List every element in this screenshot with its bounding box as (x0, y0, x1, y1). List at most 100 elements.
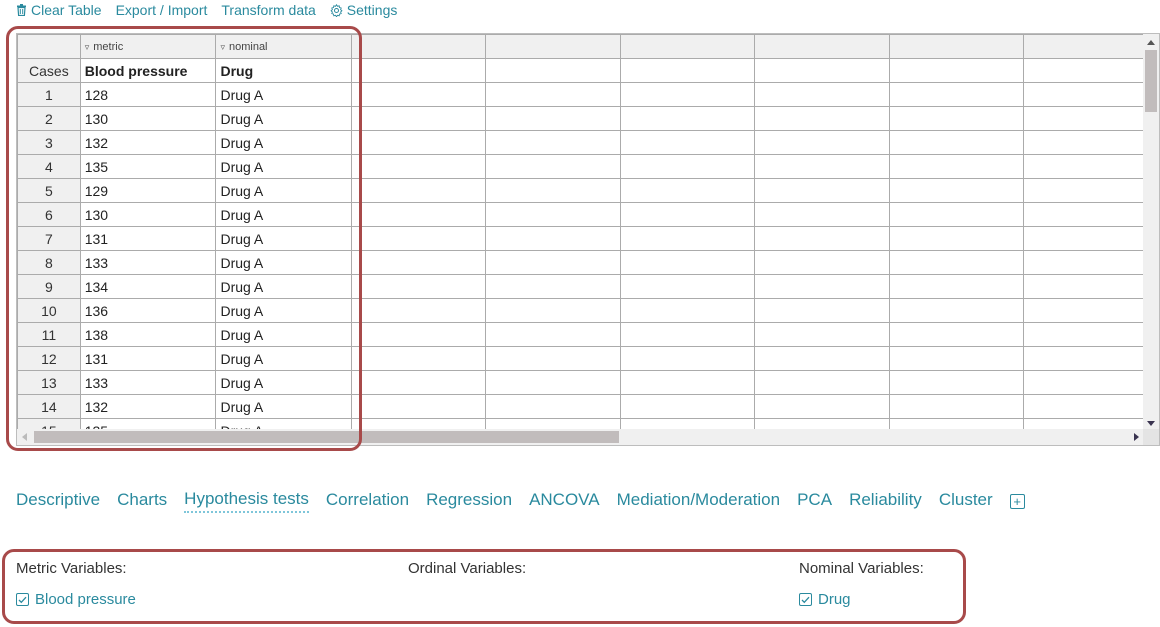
empty-cell[interactable] (1023, 274, 1159, 299)
empty-cell[interactable] (350, 178, 487, 203)
empty-cell[interactable] (619, 58, 756, 83)
empty-cell[interactable] (888, 58, 1025, 83)
empty-cell[interactable] (619, 346, 756, 371)
empty-cell[interactable] (485, 106, 621, 131)
empty-cell[interactable] (619, 178, 756, 203)
empty-cell[interactable] (1023, 178, 1159, 203)
empty-cell[interactable] (1023, 298, 1159, 323)
empty-cell[interactable] (619, 322, 756, 347)
empty-cell[interactable] (619, 202, 756, 227)
empty-cell[interactable] (754, 298, 890, 323)
empty-cell[interactable] (1023, 130, 1159, 155)
data-cell[interactable]: Drug A (215, 82, 352, 107)
data-cell[interactable]: Drug A (215, 202, 352, 227)
data-cell[interactable]: Drug A (215, 154, 352, 179)
empty-cell[interactable] (485, 322, 621, 347)
empty-header-cell[interactable] (888, 34, 1025, 59)
empty-cell[interactable] (619, 106, 756, 131)
empty-cell[interactable] (1023, 226, 1159, 251)
empty-cell[interactable] (754, 130, 890, 155)
variable-checkbox-blood-pressure[interactable]: Blood pressure (16, 591, 136, 608)
data-cell[interactable]: 132 (79, 130, 217, 155)
vertical-scrollbar[interactable] (1143, 34, 1159, 430)
empty-cell[interactable] (619, 250, 756, 275)
tab-reliability[interactable]: Reliability (849, 490, 922, 512)
data-cell[interactable]: Drug A (215, 130, 352, 155)
empty-cell[interactable] (754, 322, 890, 347)
empty-cell[interactable] (350, 298, 487, 323)
tab-hypothesis-tests[interactable]: Hypothesis tests (184, 489, 309, 513)
data-cell[interactable]: 135 (79, 154, 217, 179)
settings-button[interactable]: Settings (330, 2, 397, 18)
empty-cell[interactable] (754, 274, 890, 299)
data-cell[interactable]: 131 (79, 346, 217, 371)
export-import-button[interactable]: Export / Import (116, 2, 208, 18)
empty-cell[interactable] (619, 370, 756, 395)
column-type-metric[interactable]: ▿ metric (79, 34, 217, 59)
tab-charts[interactable]: Charts (117, 490, 167, 512)
empty-header-cell[interactable] (754, 34, 890, 59)
empty-cell[interactable] (888, 298, 1025, 323)
horizontal-scrollbar[interactable] (17, 429, 1145, 445)
empty-cell[interactable] (754, 178, 890, 203)
empty-cell[interactable] (485, 250, 621, 275)
empty-cell[interactable] (485, 370, 621, 395)
empty-cell[interactable] (1023, 394, 1159, 419)
data-cell[interactable]: 129 (79, 178, 217, 203)
empty-cell[interactable] (1023, 58, 1159, 83)
empty-cell[interactable] (619, 226, 756, 251)
empty-cell[interactable] (485, 154, 621, 179)
empty-cell[interactable] (485, 130, 621, 155)
column-name-cell[interactable]: Blood pressure (79, 58, 217, 83)
empty-header-cell[interactable] (619, 34, 756, 59)
empty-cell[interactable] (1023, 250, 1159, 275)
empty-cell[interactable] (485, 394, 621, 419)
scroll-right-arrow-icon[interactable] (1134, 433, 1139, 441)
data-cell[interactable]: 134 (79, 274, 217, 299)
empty-cell[interactable] (350, 202, 487, 227)
horizontal-scroll-thumb[interactable] (34, 431, 619, 443)
empty-cell[interactable] (350, 154, 487, 179)
empty-cell[interactable] (485, 82, 621, 107)
empty-cell[interactable] (350, 250, 487, 275)
tab-regression[interactable]: Regression (426, 490, 512, 512)
empty-header-cell[interactable] (350, 34, 487, 59)
scroll-down-arrow-icon[interactable] (1147, 421, 1155, 426)
data-cell[interactable]: 130 (79, 106, 217, 131)
empty-cell[interactable] (888, 346, 1025, 371)
empty-cell[interactable] (619, 298, 756, 323)
empty-cell[interactable] (754, 250, 890, 275)
tab-mediation-moderation[interactable]: Mediation/Moderation (617, 490, 780, 512)
empty-cell[interactable] (754, 370, 890, 395)
data-cell[interactable]: 133 (79, 250, 217, 275)
empty-cell[interactable] (485, 58, 621, 83)
empty-cell[interactable] (1023, 202, 1159, 227)
empty-cell[interactable] (350, 226, 487, 251)
empty-cell[interactable] (350, 274, 487, 299)
empty-cell[interactable] (754, 346, 890, 371)
data-cell[interactable]: 133 (79, 370, 217, 395)
empty-cell[interactable] (485, 202, 621, 227)
empty-cell[interactable] (485, 298, 621, 323)
data-cell[interactable]: Drug A (215, 106, 352, 131)
variable-checkbox-drug[interactable]: Drug (799, 591, 924, 608)
tab-ancova[interactable]: ANCOVA (529, 490, 600, 512)
data-cell[interactable]: Drug A (215, 394, 352, 419)
tab-cluster[interactable]: Cluster (939, 490, 993, 512)
empty-cell[interactable] (888, 394, 1025, 419)
empty-cell[interactable] (350, 370, 487, 395)
transform-data-button[interactable]: Transform data (221, 2, 315, 18)
empty-cell[interactable] (888, 154, 1025, 179)
empty-cell[interactable] (1023, 346, 1159, 371)
empty-cell[interactable] (888, 106, 1025, 131)
scroll-left-arrow-icon[interactable] (22, 433, 27, 441)
empty-cell[interactable] (1023, 106, 1159, 131)
empty-cell[interactable] (888, 202, 1025, 227)
empty-cell[interactable] (350, 130, 487, 155)
empty-cell[interactable] (485, 178, 621, 203)
data-cell[interactable]: Drug A (215, 226, 352, 251)
tab-descriptive[interactable]: Descriptive (16, 490, 100, 512)
empty-cell[interactable] (888, 130, 1025, 155)
empty-cell[interactable] (485, 274, 621, 299)
empty-cell[interactable] (350, 106, 487, 131)
